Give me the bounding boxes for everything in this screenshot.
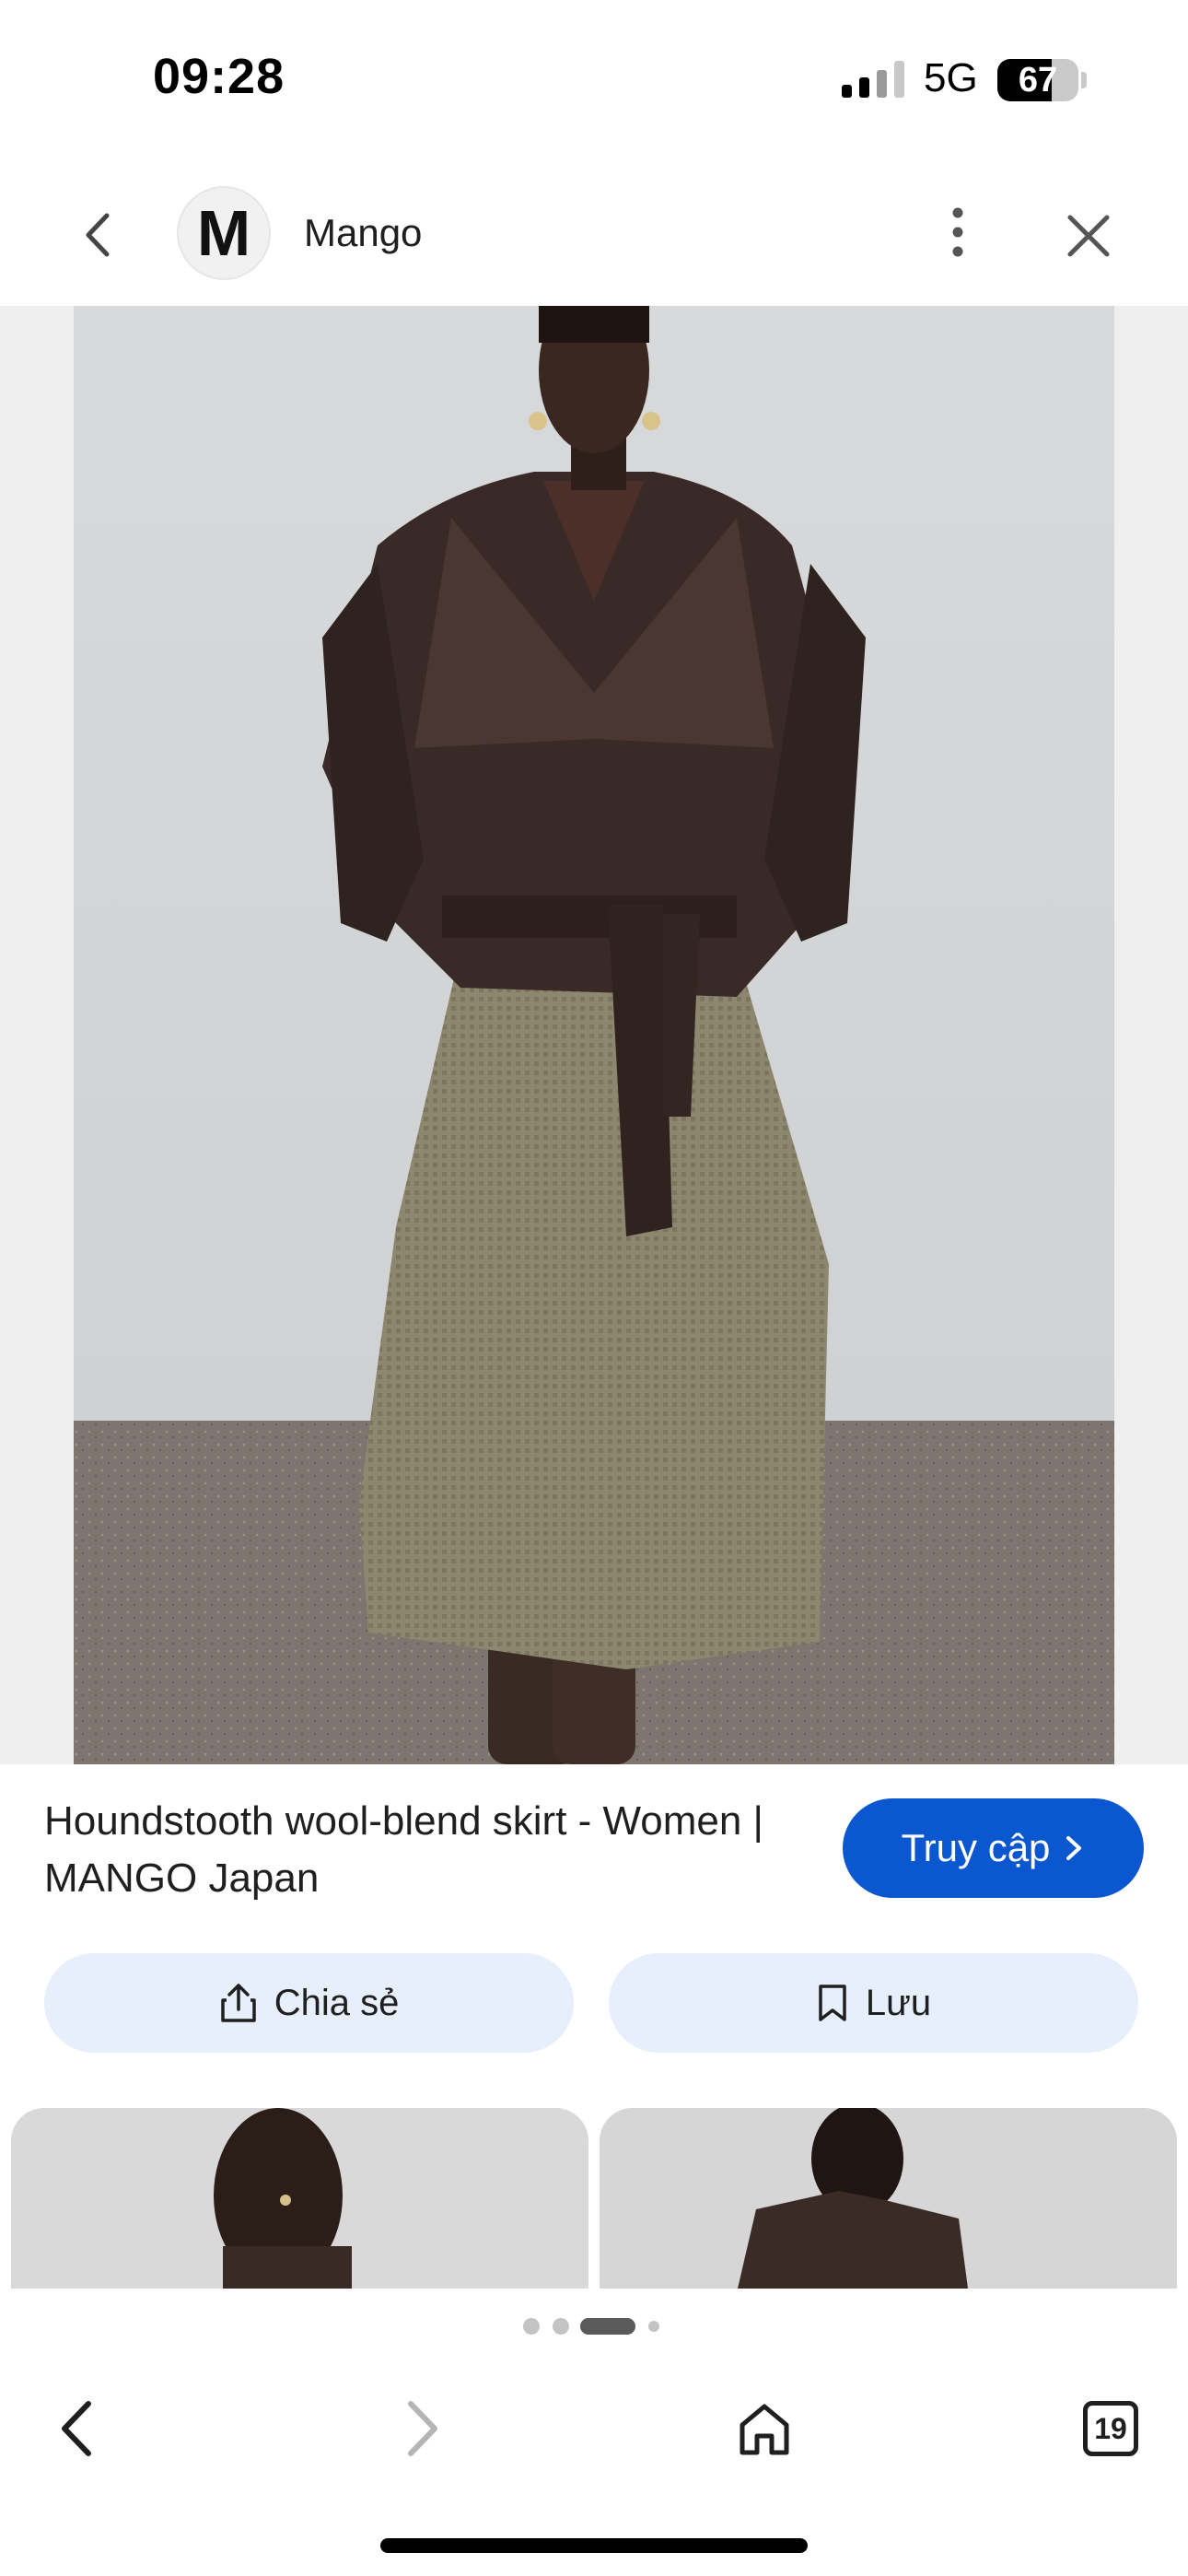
share-button[interactable]: Chia sẻ <box>44 1953 574 2053</box>
more-vertical-icon[interactable] <box>930 205 985 260</box>
save-label: Lưu <box>865 1982 932 2023</box>
back-button[interactable] <box>41 2392 114 2465</box>
site-name[interactable]: Mango <box>304 211 422 255</box>
battery-level: 67 <box>1018 61 1058 100</box>
share-icon <box>220 1984 256 2022</box>
related-image-graphic <box>11 2108 588 2289</box>
related-image[interactable] <box>600 2108 1177 2289</box>
back-icon <box>62 2401 91 2456</box>
signal-icon <box>842 61 904 98</box>
forward-button[interactable] <box>385 2392 459 2465</box>
image-viewer[interactable] <box>0 306 1188 1764</box>
chevron-right-icon <box>1066 1836 1082 1860</box>
close-icon[interactable] <box>1057 205 1120 267</box>
home-icon <box>740 2404 789 2455</box>
share-label: Chia sẻ <box>274 1982 400 2023</box>
battery-icon: 67 <box>997 59 1078 101</box>
network-type: 5G <box>924 55 978 100</box>
product-image[interactable] <box>74 306 1114 1764</box>
visit-label: Truy cập <box>901 1826 1051 1869</box>
battery-cap <box>1081 72 1087 88</box>
visit-button[interactable]: Truy cập <box>843 1798 1144 1898</box>
chevron-left-icon[interactable] <box>66 203 131 267</box>
pager-dot <box>553 2318 569 2335</box>
site-logo[interactable]: M <box>177 186 271 280</box>
pager-dot-active <box>580 2318 635 2335</box>
bottom-toolbar <box>0 2359 1188 2488</box>
pager-dot <box>648 2321 659 2332</box>
related-image-graphic <box>600 2108 1177 2289</box>
forward-icon <box>408 2401 437 2456</box>
product-title[interactable]: Houndstooth wool-blend skirt - Women | M… <box>44 1793 781 1907</box>
bookmark-icon <box>819 1985 846 2021</box>
site-logo-letter: M <box>196 197 251 269</box>
tabs-button[interactable]: 19 <box>1074 2392 1147 2465</box>
related-image[interactable] <box>11 2108 588 2289</box>
status-bar: 09:28 5G 67 <box>0 0 1188 161</box>
tab-count: 19 <box>1083 2401 1138 2456</box>
pager-dot <box>523 2318 540 2335</box>
save-button[interactable]: Lưu <box>609 1953 1138 2053</box>
home-button[interactable] <box>728 2392 801 2465</box>
status-time: 09:28 <box>153 49 285 104</box>
home-indicator <box>380 2538 808 2553</box>
